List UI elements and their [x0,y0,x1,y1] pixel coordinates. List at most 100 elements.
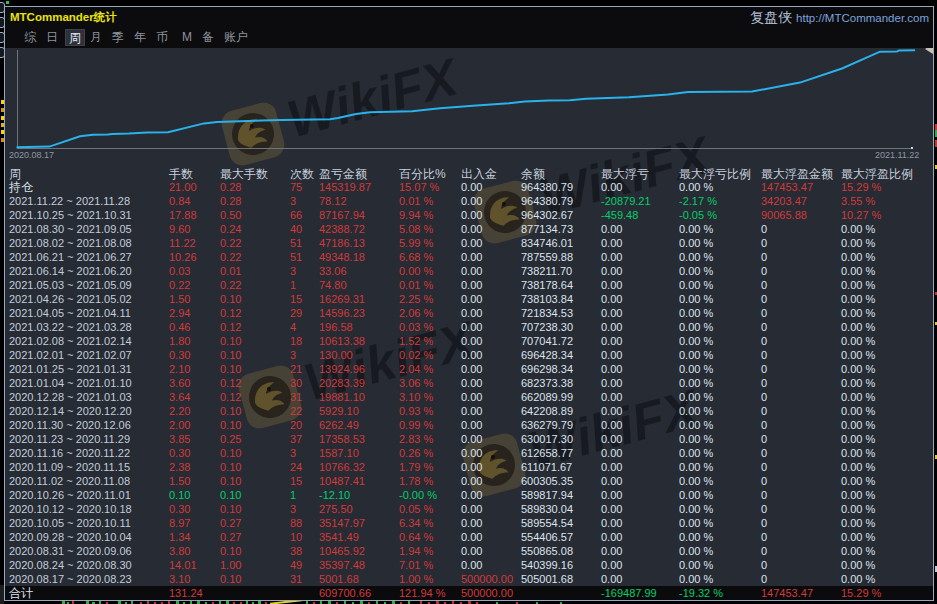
table-row-9-cell-10: 0 [761,292,767,306]
table-row-24[interactable]: 2020.10.12 ~ 2020.10.180.300.103275.500.… [5,502,933,516]
table-row-8[interactable]: 2021.05.03 ~ 2021.05.090.220.22174.800.0… [5,278,933,292]
table-row-19-cell-4: 17358.53 [319,432,365,446]
table-row-15-cell-10: 0 [761,376,767,390]
table-row-5[interactable]: 2021.08.02 ~ 2021.08.0811.220.225147186.… [5,236,933,250]
table-row-10-cell-0: 2021.04.05 ~ 2021.04.11 [9,306,131,320]
table-row-14-cell-9: 0.00 % [679,362,713,376]
table-row-16-cell-1: 3.64 [169,390,190,404]
table-row-12-cell-8: 0.00 [601,334,622,348]
table-row-17-cell-6: 0.00 [461,404,482,418]
table-row-20-cell-11: 0.00 % [841,446,875,460]
table-row-22[interactable]: 2020.11.02 ~ 2020.11.081.500.101510487.4… [5,474,933,488]
table-row-26[interactable]: 2020.09.28 ~ 2020.10.041.340.27103541.49… [5,530,933,544]
table-row-15[interactable]: 2021.01.04 ~ 2021.01.103.600.123020283.3… [5,376,933,390]
menu-item-6[interactable]: 年 [131,29,149,46]
table-row-8-cell-4: 74.80 [319,278,347,292]
table-row-20[interactable]: 2020.11.16 ~ 2020.11.220.300.1031587.100… [5,446,933,460]
table-row-18[interactable]: 2020.11.30 ~ 2020.12.062.000.10206262.49… [5,418,933,432]
table-row-4[interactable]: 2021.08.30 ~ 2021.09.059.600.244042388.7… [5,222,933,236]
table-row-13-cell-2: 0.10 [220,348,241,362]
table-row-12-cell-2: 0.10 [220,334,241,348]
table-row-10[interactable]: 2021.04.05 ~ 2021.04.112.940.122914596.2… [5,306,933,320]
table-row-19-cell-8: 0.00 [601,432,622,446]
table-row-11-cell-9: 0.00 % [679,320,713,334]
table-row-22-cell-3: 15 [290,474,302,488]
table-row-11-cell-4: 196.58 [319,320,353,334]
table-row-24-cell-11: 0.00 % [841,502,875,516]
table-row-26-cell-11: 0.00 % [841,530,875,544]
table-row-15-cell-8: 0.00 [601,376,622,390]
table-row-3[interactable]: 2021.10.25 ~ 2021.10.3117.880.506687167.… [5,208,933,222]
table-row-21[interactable]: 2020.11.09 ~ 2020.11.152.380.102410766.3… [5,460,933,474]
table-row-23[interactable]: 2020.10.26 ~ 2020.11.010.100.101-12.10-0… [5,488,933,502]
table-header-row-cell-2: 最大手数 [220,167,268,181]
window-titlebar[interactable]: MTCommander统计 复盘侠 http://MTCommander.com [5,7,933,26]
table-row-14-cell-6: 0.00 [461,362,482,376]
table-row-27-cell-10: 0 [761,544,767,558]
table-row-18-cell-9: 0.00 % [679,418,713,432]
table-row-16[interactable]: 2020.12.28 ~ 2021.01.033.640.123119881.1… [5,390,933,404]
table-row-17-cell-1: 2.20 [169,404,190,418]
table-row-2-cell-0: 2021.11.22 ~ 2021.11.28 [9,194,130,208]
brand-link: 复盘侠 http://MTCommander.com [750,9,929,27]
table-row-17[interactable]: 2020.12.14 ~ 2020.12.202.200.10225929.10… [5,404,933,418]
table-row-4-cell-2: 0.24 [220,222,241,236]
table-row-28[interactable]: 2020.08.24 ~ 2020.08.3014.011.004935397.… [5,558,933,572]
table-row-26-cell-9: 0.00 % [679,530,713,544]
table-row-11[interactable]: 2021.03.22 ~ 2021.03.280.460.124196.580.… [5,320,933,334]
table-row-9[interactable]: 2021.04.26 ~ 2021.05.021.500.101516269.3… [5,292,933,306]
table-row-1-cell-1: 21.00 [169,180,197,194]
table-row-14[interactable]: 2021.01.25 ~ 2021.01.312.100.102113924.9… [5,362,933,376]
table-row-25-cell-9: 0.00 % [679,516,713,530]
table-row-9-cell-5: 2.25 % [399,292,433,306]
table-row-27[interactable]: 2020.08.31 ~ 2020.09.063.800.103810465.9… [5,544,933,558]
table-row-12[interactable]: 2021.02.08 ~ 2021.02.141.800.101810613.3… [5,334,933,348]
table-row-8-cell-10: 0 [761,278,767,292]
menu-item-10[interactable]: 账户 [221,29,251,46]
table-row-18-cell-5: 0.99 % [399,418,433,432]
menu-item-1[interactable]: 综 [21,29,39,46]
table-row-12-cell-10: 0 [761,334,767,348]
table-row-8-cell-5: 0.01 % [399,278,433,292]
table-row-1[interactable]: 持仓21.000.2875145319.8715.07 %0.00964380.… [5,180,933,194]
table-row-29[interactable]: 2020.08.17 ~ 2020.08.233.100.10315001.68… [5,572,933,586]
table-row-29-cell-11: 0.00 % [841,572,875,586]
table-row-7[interactable]: 2021.06.14 ~ 2021.06.200.030.01333.060.0… [5,264,933,278]
menu-item-3[interactable]: 周 [65,29,85,46]
menu-item-2[interactable]: 日 [43,29,61,46]
menu-item-9[interactable]: 备 [199,29,217,46]
table-row-8-cell-7: 738178.64 [521,278,573,292]
scroll-marker-icon[interactable] [925,48,933,54]
table-row-17-cell-10: 0 [761,404,767,418]
menu-item-5[interactable]: 季 [109,29,127,46]
table-row-18-cell-6: 0.00 [461,418,482,432]
menu-item-4[interactable]: 月 [87,29,105,46]
table-row-10-cell-9: 0.00 % [679,306,713,320]
table-row-8-cell-2: 0.22 [220,278,241,292]
menu-item-7[interactable]: 币 [153,29,171,46]
table-row-21-cell-5: 1.79 % [399,460,433,474]
table-row-15-cell-5: 3.06 % [399,376,433,390]
table-total-row-cell-4: 609700.66 [319,586,371,600]
table-row-1-cell-9: 0.00 % [679,180,713,194]
table-row-24-cell-8: 0.00 [601,502,622,516]
table-total-row[interactable]: 合计131.24609700.66121.94 %500000.00-16948… [5,586,933,600]
table-row-19[interactable]: 2020.11.23 ~ 2020.11.293.850.253717358.5… [5,432,933,446]
table-row-23-cell-8: 0.00 [601,488,622,502]
table-row-24-cell-6: 0.00 [461,502,482,516]
table-row-3-cell-1: 17.88 [169,208,197,222]
table-row-13[interactable]: 2021.02.01 ~ 2021.02.070.300.103130.000.… [5,348,933,362]
table-row-26-cell-2: 0.27 [220,530,241,544]
table-row-25[interactable]: 2020.10.05 ~ 2020.10.118.970.278835147.9… [5,516,933,530]
table-row-13-cell-1: 0.30 [169,348,190,362]
table-row-11-cell-7: 707238.30 [521,320,573,334]
table-row-22-cell-8: 0.00 [601,474,622,488]
table-row-24-cell-5: 0.05 % [399,502,433,516]
menu-item-8[interactable]: M [179,29,195,46]
table-row-6[interactable]: 2021.06.21 ~ 2021.06.2710.260.225149348.… [5,250,933,264]
desktop-screen: MTCommander统计 复盘侠 http://MTCommander.com… [0,0,937,604]
table-row-1-cell-5: 15.07 % [399,180,439,194]
table-row-2[interactable]: 2021.11.22 ~ 2021.11.280.840.28378.120.0… [5,194,933,208]
table-row-7-cell-0: 2021.06.14 ~ 2021.06.20 [9,264,132,278]
table-row-1-cell-7: 964380.79 [521,180,573,194]
